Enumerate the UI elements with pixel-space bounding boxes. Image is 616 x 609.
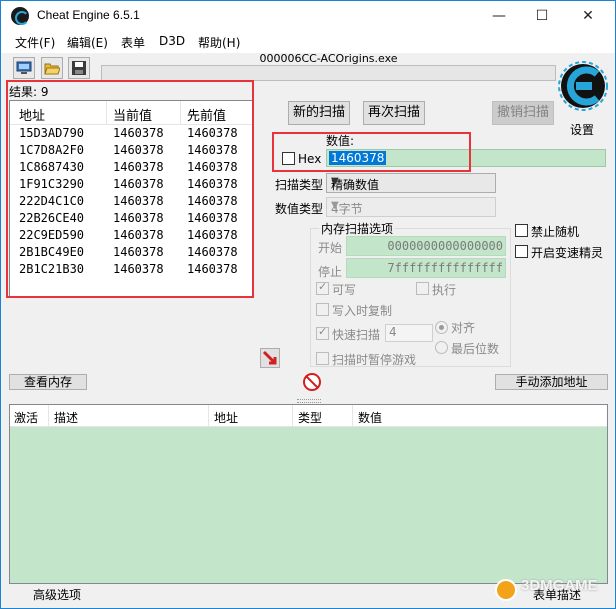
stop-address-input[interactable]: 7fffffffffffffff	[346, 258, 506, 278]
writable-checkbox[interactable]	[316, 280, 329, 295]
cheat-engine-logo[interactable]	[558, 56, 608, 120]
menu-edit[interactable]: 编辑(E)	[67, 34, 108, 51]
undo-scan-button[interactable]: 撤销扫描	[492, 101, 554, 125]
open-process-button[interactable]	[13, 57, 35, 79]
column-active[interactable]: 激活	[14, 409, 38, 426]
column-value[interactable]: 数值	[358, 409, 382, 426]
copy-on-write-label: 写入时复制	[332, 304, 393, 318]
fast-scan-checkbox[interactable]	[316, 325, 329, 340]
address-list[interactable]: 激活 描述 地址 类型 数值	[9, 404, 608, 584]
save-button[interactable]	[68, 57, 90, 79]
cheat-engine-logo-icon	[558, 61, 608, 111]
value-type-label: 数值类型	[275, 202, 324, 216]
column-description[interactable]: 描述	[54, 409, 78, 426]
close-button[interactable]: ✕	[565, 1, 611, 31]
chevron-down-icon: ▼	[331, 176, 339, 187]
alignment-radio[interactable]	[435, 321, 448, 334]
column-type[interactable]: 类型	[298, 409, 322, 426]
chevron-down-icon: ▼	[331, 200, 339, 211]
start-address-input[interactable]: 0000000000000000	[346, 236, 506, 256]
scan-progress-bar	[101, 65, 556, 81]
copy-on-write-checkbox[interactable]	[316, 303, 329, 316]
status-bar: 高级选项 表单描述	[9, 585, 608, 605]
advanced-options-link[interactable]: 高级选项	[33, 586, 81, 603]
settings-label[interactable]: 设置	[570, 121, 594, 138]
splitter-handle[interactable]	[297, 399, 321, 403]
minimize-button[interactable]: —	[476, 1, 522, 31]
start-label: 开始	[318, 241, 343, 255]
process-name: 000006CC-ACOrigins.exe	[259, 52, 398, 65]
computer-icon	[16, 61, 32, 74]
writable-label: 可写	[332, 283, 357, 297]
scan-type-label: 扫描类型	[275, 178, 324, 192]
speedhack-checkbox[interactable]	[515, 245, 528, 258]
menu-file[interactable]: 文件(F)	[15, 34, 55, 51]
pause-game-label: 扫描时暂停游戏	[332, 353, 417, 367]
disable-random-checkbox[interactable]	[515, 224, 528, 237]
column-address[interactable]: 地址	[214, 409, 238, 426]
floppy-disk-icon	[72, 61, 86, 75]
stop-icon[interactable]	[303, 373, 321, 391]
speedhack-label: 开启变速精灵	[531, 246, 604, 260]
executable-checkbox[interactable]	[416, 282, 429, 295]
new-scan-button[interactable]: 新的扫描	[288, 101, 350, 125]
executable-label: 执行	[432, 283, 457, 297]
open-file-button[interactable]	[41, 57, 63, 79]
menu-table[interactable]: 表单	[121, 34, 145, 51]
fast-scan-input[interactable]: 4	[385, 324, 433, 342]
memory-scan-options-title: 内存扫描选项	[319, 220, 396, 237]
last-digits-label: 最后位数	[451, 342, 500, 356]
cheat-engine-window: Cheat Engine 6.5.1 — ☐ ✕ 文件(F) 编辑(E) 表单 …	[0, 0, 616, 609]
fast-scan-label: 快速扫描	[332, 328, 381, 342]
highlight-box-results	[6, 80, 254, 298]
menu-d3d[interactable]: D3D	[159, 34, 185, 48]
disable-random-label: 禁止随机	[531, 225, 580, 239]
window-title: Cheat Engine 6.5.1	[37, 8, 140, 22]
last-digits-radio[interactable]	[435, 341, 448, 354]
cheat-engine-app-icon	[11, 7, 29, 25]
value-type-select[interactable]: 4字节 ▼	[326, 197, 496, 217]
menu-help[interactable]: 帮助(H)	[198, 34, 240, 51]
menu-bar: 文件(F) 编辑(E) 表单 D3D 帮助(H)	[1, 31, 615, 53]
stop-label: 停止	[318, 265, 343, 279]
highlight-box-value	[272, 132, 471, 172]
folder-open-icon	[44, 63, 60, 75]
address-list-header: 激活 描述 地址 类型 数值	[10, 405, 607, 427]
watermark-mascot-icon	[495, 579, 517, 601]
scan-type-select[interactable]: 精确数值 ▼	[326, 173, 496, 193]
title-bar: Cheat Engine 6.5.1 — ☐ ✕	[1, 1, 615, 31]
next-scan-button[interactable]: 再次扫描	[363, 101, 425, 125]
red-arrow-down-right-icon	[262, 350, 277, 365]
add-to-list-button[interactable]	[260, 348, 280, 368]
maximize-button[interactable]: ☐	[519, 1, 565, 31]
alignment-label: 对齐	[451, 321, 476, 335]
add-address-manually-button[interactable]: 手动添加地址	[495, 374, 608, 390]
pause-game-checkbox[interactable]	[316, 352, 329, 365]
watermark-text: 3DMGAME	[521, 577, 598, 594]
view-memory-button[interactable]: 查看内存	[9, 374, 87, 390]
